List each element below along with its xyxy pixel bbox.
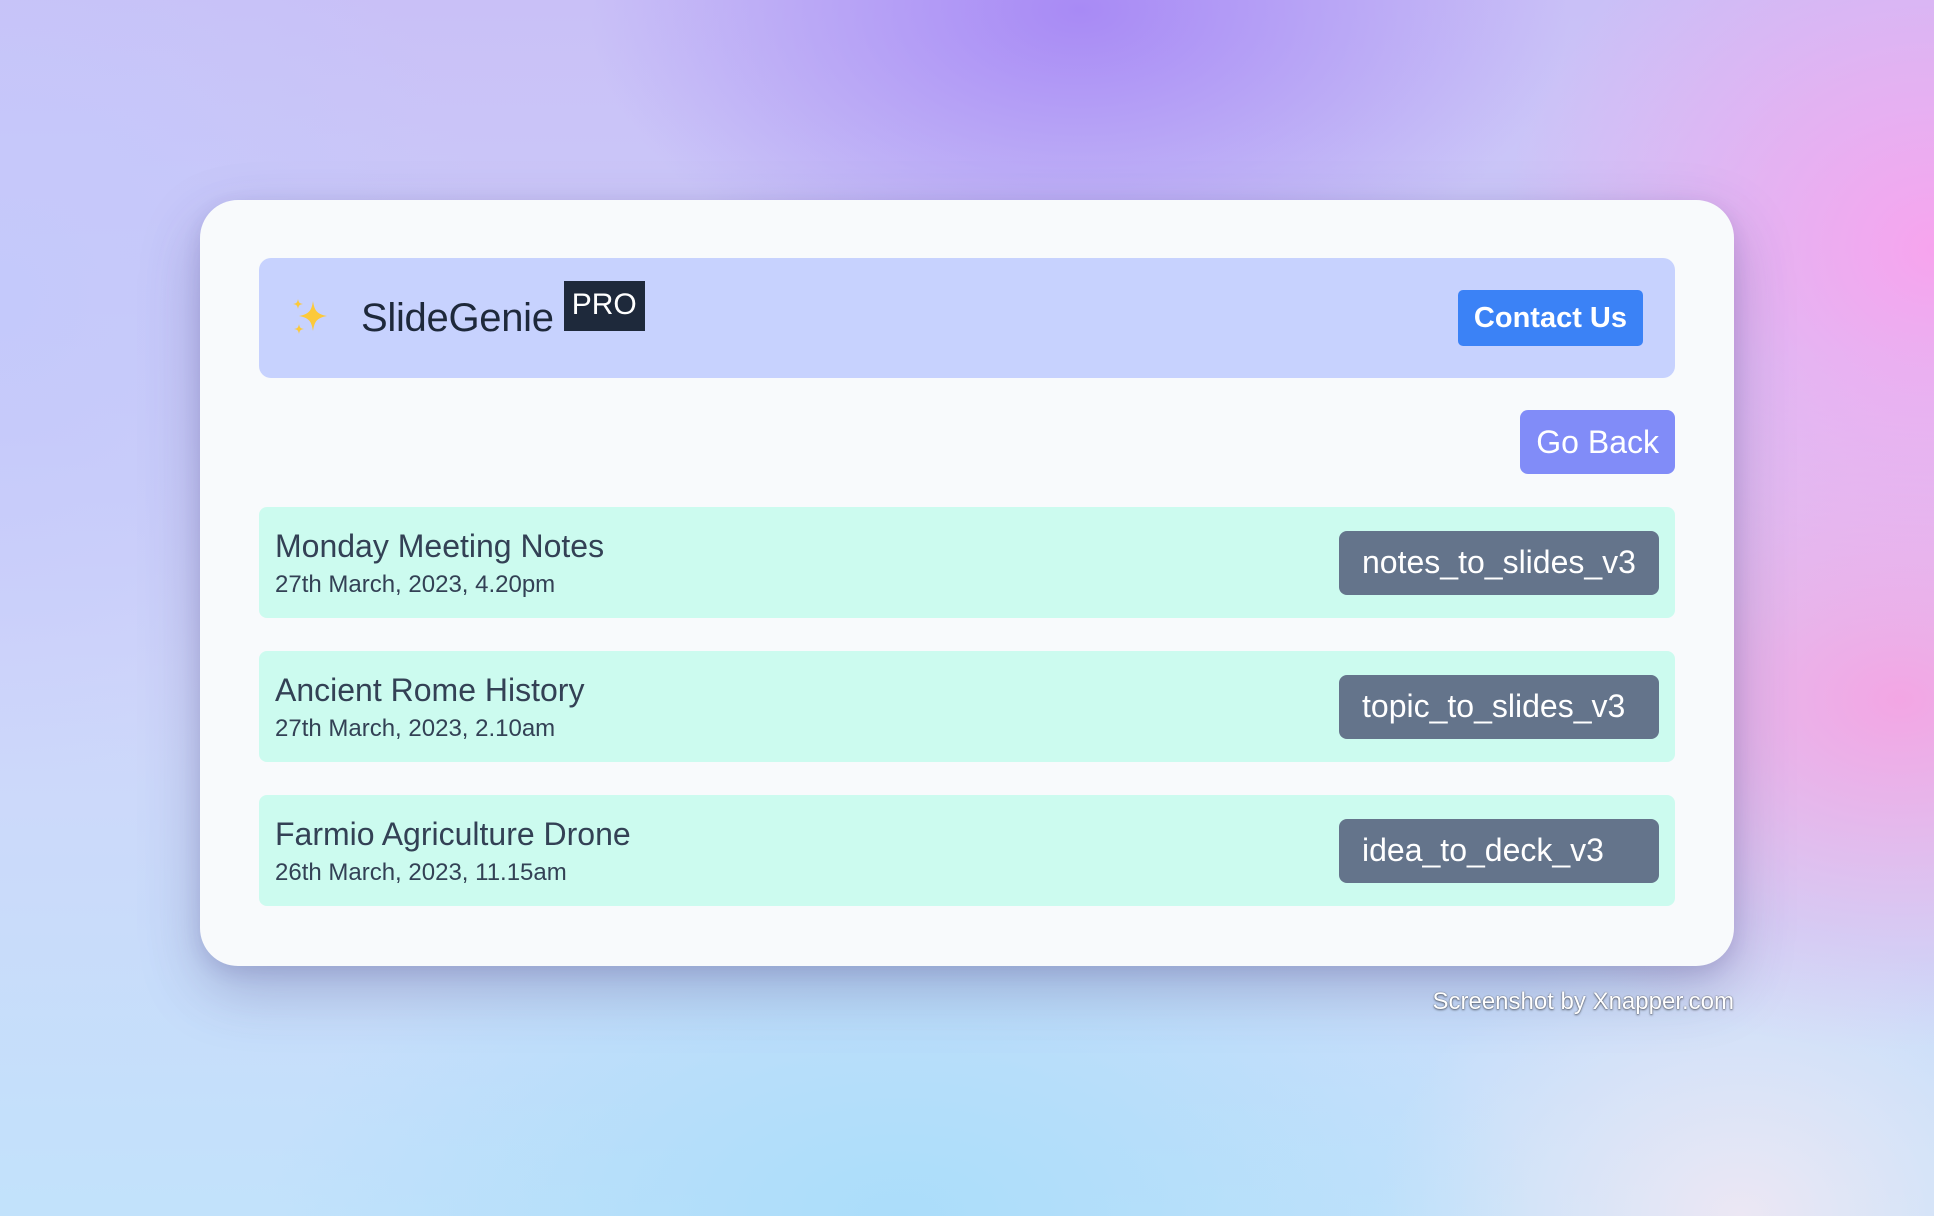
item-text: Monday Meeting Notes 27th March, 2023, 4… <box>275 526 604 600</box>
item-date: 27th March, 2023, 4.20pm <box>275 570 556 598</box>
item-date: 27th March, 2023, 2.10am <box>275 714 556 742</box>
toolbar: Go Back <box>259 410 1675 474</box>
item-title: Farmio Agriculture Drone <box>275 815 631 852</box>
item-text: Ancient Rome History 27th March, 2023, 2… <box>275 670 584 744</box>
list-item[interactable]: Monday Meeting Notes 27th March, 2023, 4… <box>259 507 1675 618</box>
presentation-list: Monday Meeting Notes 27th March, 2023, 4… <box>259 507 1675 906</box>
go-back-button[interactable]: Go Back <box>1520 410 1675 474</box>
watermark: Screenshot by Xnapper.com <box>1432 988 1734 1015</box>
item-text: Farmio Agriculture Drone 26th March, 202… <box>275 814 631 888</box>
list-item[interactable]: Ancient Rome History 27th March, 2023, 2… <box>259 651 1675 762</box>
list-item[interactable]: Farmio Agriculture Drone 26th March, 202… <box>259 795 1675 906</box>
template-tag[interactable]: notes_to_slides_v3 <box>1339 530 1659 595</box>
brand-name: SlideGenie <box>361 295 554 340</box>
app-window: SlideGenie PRO Contact Us Go Back Monday… <box>200 200 1734 966</box>
item-title: Ancient Rome History <box>275 671 585 708</box>
item-title: Monday Meeting Notes <box>275 527 605 564</box>
template-tag[interactable]: idea_to_deck_v3 <box>1339 818 1659 883</box>
item-date: 26th March, 2023, 11.15am <box>275 858 567 886</box>
pro-badge: PRO <box>563 281 645 331</box>
contact-us-button[interactable]: Contact Us <box>1457 290 1643 346</box>
sparkles-icon <box>293 299 327 334</box>
template-tag[interactable]: topic_to_slides_v3 <box>1339 674 1659 739</box>
app-header: SlideGenie PRO Contact Us <box>259 258 1675 378</box>
brand[interactable]: SlideGenie PRO <box>289 281 645 343</box>
